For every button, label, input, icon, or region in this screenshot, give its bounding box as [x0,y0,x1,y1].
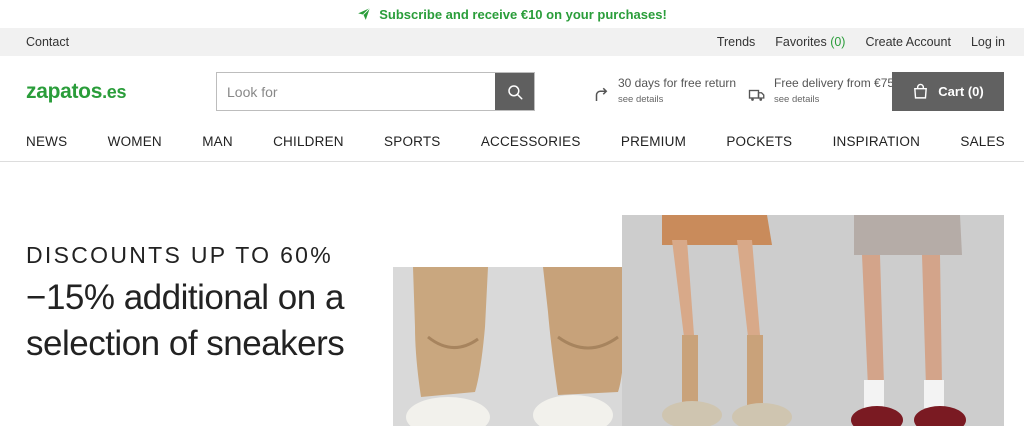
hero-text: DISCOUNTS UP TO 60% −15% additional on a… [26,242,386,367]
logo-main: zapatos [26,80,103,103]
login-link[interactable]: Log in [971,35,1005,49]
nav-item-premium[interactable]: PREMIUM [621,134,686,149]
nav-item-accessories[interactable]: ACCESSORIES [481,134,581,149]
returns-title: 30 days for free return [618,76,737,90]
promo-text: Subscribe and receive €10 on your purcha… [379,6,667,22]
favorites-count: (0) [830,35,846,49]
utility-bar: Contact Trends Favorites (0) Create Acco… [0,28,1024,56]
delivery-details-link[interactable]: see details [774,94,894,105]
cart-label: Cart (0) [938,84,984,99]
logo[interactable]: zapatos.es [26,80,127,104]
contact-link[interactable]: Contact [26,35,69,49]
hero-eyebrow: DISCOUNTS UP TO 60% [26,242,333,268]
shopping-bag-icon [914,83,928,99]
utility-links: Trends Favorites (0) Create Account Log … [717,35,1005,49]
nav-item-pockets[interactable]: POCKETS [726,134,792,149]
hero-photo-sneakers[interactable] [393,267,647,426]
sneakers-illustration [393,267,647,426]
nav-item-sales[interactable]: SALES [960,134,1005,149]
cart-button[interactable]: Cart (0) [892,72,1004,111]
nav-item-man[interactable]: MAN [202,134,233,149]
search-input[interactable] [217,73,495,110]
paper-plane-icon [358,7,371,20]
hero-photo-models[interactable] [622,215,1004,426]
free-delivery-info[interactable]: Free delivery from €75 see details [748,76,894,105]
search-bar [216,72,535,111]
returns-details-link[interactable]: see details [618,94,736,105]
promo-bar[interactable]: Subscribe and receive €10 on your purcha… [0,0,1024,28]
truck-icon [748,89,765,101]
trends-link[interactable]: Trends [717,35,755,49]
nav-item-women[interactable]: WOMEN [108,134,162,149]
free-returns-info[interactable]: 30 days for free return see details [592,76,736,105]
favorites-label: Favorites [775,35,827,49]
nav-item-children[interactable]: CHILDREN [273,134,344,149]
hero-headline: −15% additional on a selection of sneake… [26,278,345,363]
delivery-title: Free delivery from €75 [774,76,895,90]
create-account-link[interactable]: Create Account [865,35,950,49]
favorites-link[interactable]: Favorites (0) [775,35,845,49]
hero-banner[interactable]: DISCOUNTS UP TO 60% −15% additional on a… [0,162,1024,426]
logo-tld: .es [102,82,127,102]
nav-item-inspiration[interactable]: INSPIRATION [833,134,920,149]
main-header: zapatos.es 30 days for free return see d… [0,56,1024,126]
models-illustration [622,215,1004,426]
nav-item-news[interactable]: NEWS [26,134,67,149]
search-icon [507,84,522,99]
search-button[interactable] [495,73,534,110]
main-nav: NEWS WOMEN MAN CHILDREN SPORTS ACCESSORI… [0,126,1024,162]
return-arrow-icon [595,87,608,101]
nav-item-sports[interactable]: SPORTS [384,134,440,149]
